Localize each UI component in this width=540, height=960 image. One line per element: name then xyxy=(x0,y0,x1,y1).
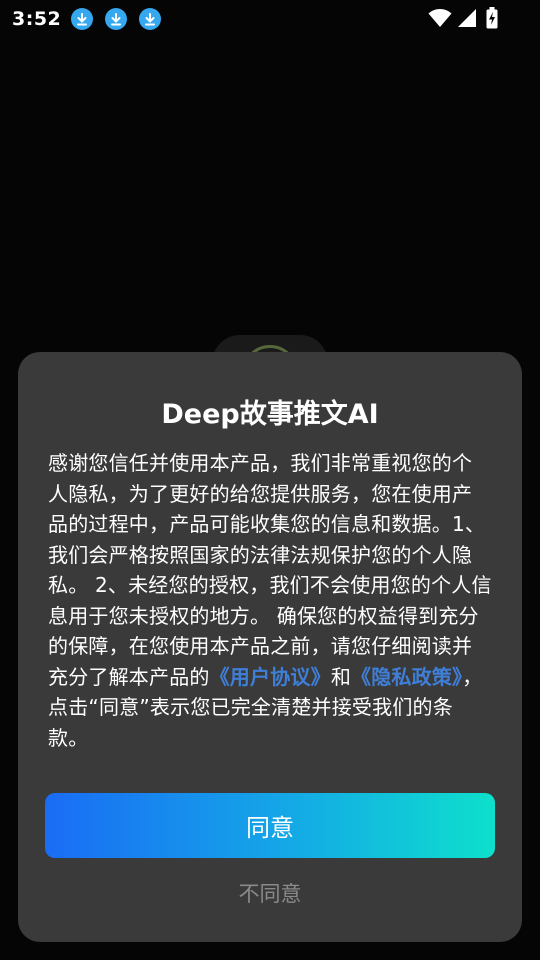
download-icon xyxy=(139,8,162,30)
privacy-dialog: Deep故事推文AI 感谢您信任并使用本产品，我们非常重视您的个人隐私，为了更好… xyxy=(18,352,522,942)
privacy-policy-link[interactable]: 《隐私政策》 xyxy=(351,665,462,689)
status-bar: 3:52 xyxy=(0,0,540,38)
battery-charging-icon xyxy=(486,7,498,29)
cellular-signal-icon xyxy=(457,7,477,29)
download-icon xyxy=(71,8,94,30)
agree-button[interactable]: 同意 xyxy=(45,793,495,858)
body-and-text: 和 xyxy=(330,664,352,689)
body-text: 感谢您信任并使用本产品，我们非常重视您的个人隐私，为了更好的给您提供服务，您在使… xyxy=(48,451,492,689)
disagree-button[interactable]: 不同意 xyxy=(18,878,522,908)
user-agreement-link[interactable]: 《用户协议》 xyxy=(210,665,331,689)
download-icon xyxy=(105,8,128,30)
status-time: 3:52 xyxy=(12,8,62,30)
dialog-body: 感谢您信任并使用本产品，我们非常重视您的个人隐私，为了更好的给您提供服务，您在使… xyxy=(48,448,492,753)
wifi-icon xyxy=(428,7,452,29)
system-icons xyxy=(428,7,498,29)
dialog-title: Deep故事推文AI xyxy=(161,399,379,430)
